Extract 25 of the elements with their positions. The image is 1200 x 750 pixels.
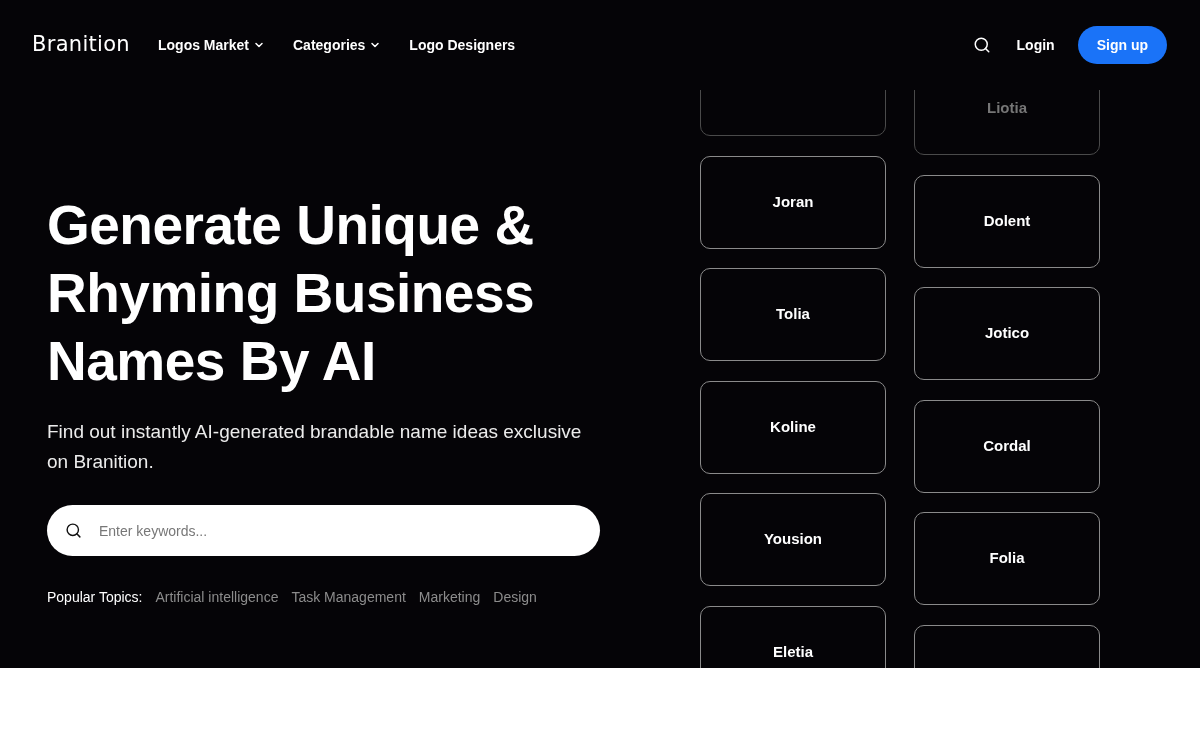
name-card: Folia [914, 512, 1100, 605]
topic-link[interactable]: Marketing [418, 587, 481, 608]
topic-link[interactable]: Artificial intelligence [155, 587, 279, 608]
name-card: Dolent [914, 174, 1100, 268]
name-card: Liotia [914, 90, 1100, 155]
topic-link[interactable]: Task Management [291, 587, 406, 608]
name-card: Cordal [914, 399, 1100, 493]
search-field[interactable]: Enter keywords... [47, 505, 600, 556]
search-icon [972, 36, 991, 54]
name-card: Joran [700, 155, 886, 249]
name-card: Tolia [700, 268, 886, 361]
topic-link[interactable]: Design [493, 587, 537, 608]
search-icon [65, 522, 82, 539]
nav-link[interactable]: Categories [293, 34, 382, 56]
logo[interactable]: Branition [32, 29, 130, 61]
name-card: Yousion [700, 493, 886, 586]
nav-link[interactable]: Logo Designers [409, 34, 516, 56]
login-link[interactable]: Login [1016, 34, 1055, 56]
signup-button[interactable]: Sign up [1077, 26, 1167, 64]
name-card: Jotico [914, 287, 1100, 380]
hero-heading: Generate Unique & Rhyming Business Names By AI [47, 193, 536, 394]
nav-link[interactable]: Logos Market [158, 34, 265, 56]
name-card: Koline [700, 380, 886, 474]
popular-topics-label: Popular Topics: [47, 588, 143, 607]
hero-subtitle: Find out instantly AI-generated brandable name ideas exclusive on Branition. [47, 420, 583, 474]
